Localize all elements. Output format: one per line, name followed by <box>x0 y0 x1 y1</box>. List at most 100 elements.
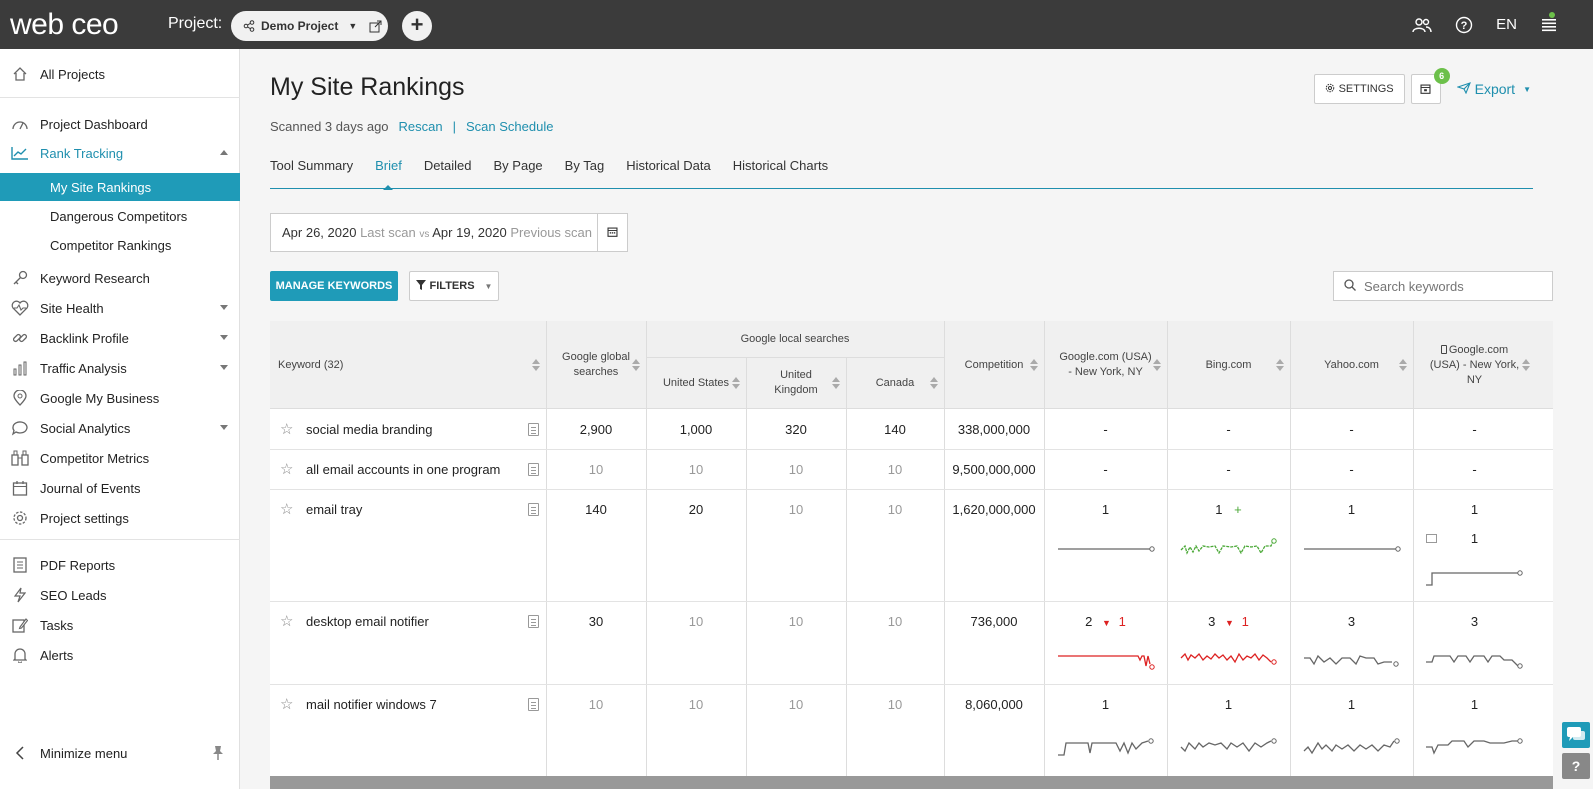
chat-button[interactable] <box>1562 722 1590 748</box>
sidebar-item-journal-of-events[interactable]: Journal of Events <box>0 473 240 503</box>
sidebar-item-seo-leads[interactable]: SEO Leads <box>0 580 240 610</box>
header-google-mobile[interactable]: Google.com (USA) - New York, NY <box>1413 321 1536 409</box>
header-competition[interactable]: Competition <box>944 321 1044 409</box>
cell-bing: - <box>1226 462 1231 477</box>
sidebar-item-google-my-business[interactable]: Google My Business <box>0 383 240 413</box>
calendar-button[interactable] <box>597 214 627 251</box>
scan-schedule-link[interactable]: Scan Schedule <box>466 119 553 134</box>
external-link-icon[interactable] <box>369 20 382 33</box>
sidebar-item-backlink-profile[interactable]: Backlink Profile <box>0 323 240 353</box>
header-yahoo[interactable]: Yahoo.com <box>1290 321 1413 409</box>
search-input[interactable] <box>1364 278 1534 294</box>
tab-by-page[interactable]: By Page <box>494 157 543 189</box>
sparkline-bing <box>1180 652 1277 665</box>
cell-google: 2 ▼ 1 <box>1044 614 1167 629</box>
sidebar-item-all-projects[interactable]: All Projects <box>0 59 240 89</box>
cell-ca: 140 <box>884 422 906 437</box>
keyword-details-icon[interactable] <box>528 463 539 476</box>
sidebar-subitem-my-site-rankings[interactable]: My Site Rankings <box>0 173 240 201</box>
language-selector[interactable]: EN <box>1496 16 1517 33</box>
cell-bing: 1 <box>1224 697 1233 712</box>
header-google-global[interactable]: Google global searches <box>546 321 646 409</box>
keyword-text[interactable]: social media branding <box>306 422 432 437</box>
cell-google: 1 <box>1101 697 1110 712</box>
tab-detailed[interactable]: Detailed <box>424 157 472 189</box>
keyword-details-icon[interactable] <box>528 698 539 711</box>
sparkline-yahoo <box>1304 654 1399 667</box>
minimize-menu-button[interactable]: Minimize menu <box>0 738 240 768</box>
header-united-kingdom[interactable]: United Kingdom <box>746 357 846 409</box>
sidebar-item-tasks[interactable]: Tasks <box>0 610 240 640</box>
divider <box>0 539 240 540</box>
webceo-logo[interactable]: web ceo <box>10 8 119 42</box>
keyword-text[interactable]: email tray <box>306 502 362 517</box>
keyword-text[interactable]: desktop email notifier <box>306 614 429 629</box>
sidebar-item-site-health[interactable]: Site Health <box>0 293 240 323</box>
last-scan-date: Apr 26, 2020 <box>282 225 357 240</box>
settings-button[interactable]: SETTINGS <box>1313 74 1405 104</box>
sidebar-item-alerts[interactable]: Alerts <box>0 640 240 670</box>
tab-by-tag[interactable]: By Tag <box>565 157 605 189</box>
cell-ca: 10 <box>887 614 903 629</box>
cell-ca: 10 <box>887 462 903 477</box>
manage-keywords-button[interactable]: MANAGE KEYWORDS <box>270 271 398 301</box>
keyword-details-icon[interactable] <box>528 423 539 436</box>
sort-icon <box>1276 359 1284 371</box>
header-google-ny[interactable]: Google.com (USA) - New York, NY <box>1044 321 1167 409</box>
date-range-picker[interactable]: Apr 26, 2020 Last scan vs Apr 19, 2020 P… <box>270 213 628 252</box>
pin-icon[interactable] <box>212 745 224 764</box>
help-button[interactable]: ? <box>1562 753 1590 779</box>
gear-icon <box>1325 83 1335 96</box>
keyword-text[interactable]: all email accounts in one program <box>306 462 500 477</box>
export-button[interactable]: Export ▼ <box>1455 81 1531 97</box>
sidebar-item-pdf-reports[interactable]: PDF Reports <box>0 550 240 580</box>
star-icon[interactable]: ☆ <box>280 612 293 630</box>
cell-mobile: - <box>1472 422 1477 437</box>
sidebar-subitem-competitor-rankings[interactable]: Competitor Rankings <box>0 231 240 259</box>
chevron-left-icon <box>10 744 30 762</box>
help-icon[interactable]: ? <box>1454 15 1474 35</box>
key-icon <box>10 269 30 287</box>
keyword-details-icon[interactable] <box>528 503 539 516</box>
sort-icon <box>930 377 938 389</box>
keyword-details-icon[interactable] <box>528 615 539 628</box>
sidebar-item-rank-tracking[interactable]: Rank Tracking <box>0 138 240 168</box>
menu-icon[interactable] <box>1539 11 1559 35</box>
sidebar-subitem-dangerous-competitors[interactable]: Dangerous Competitors <box>0 202 240 230</box>
sidebar-label: Minimize menu <box>40 745 128 761</box>
cell-bing: - <box>1226 422 1231 437</box>
sidebar-item-project-dashboard[interactable]: Project Dashboard <box>0 109 240 139</box>
header-united-states[interactable]: United States <box>646 357 746 409</box>
rank-value: 2 <box>1085 614 1093 629</box>
rescan-link[interactable]: Rescan <box>399 119 443 134</box>
star-icon[interactable]: ☆ <box>280 420 293 438</box>
sidebar-item-traffic-analysis[interactable]: Traffic Analysis <box>0 353 240 383</box>
star-icon[interactable]: ☆ <box>280 500 293 518</box>
tab-historical-data[interactable]: Historical Data <box>626 157 711 189</box>
tab-tool-summary[interactable]: Tool Summary <box>270 157 353 189</box>
filters-button[interactable]: FILTERS ▼ <box>409 271 499 301</box>
sidebar-item-keyword-research[interactable]: Keyword Research <box>0 263 240 293</box>
sidebar-item-social-analytics[interactable]: Social Analytics <box>0 413 240 443</box>
header-keyword[interactable]: Keyword (32) <box>270 321 546 409</box>
sidebar-label: Rank Tracking <box>40 145 124 161</box>
sidebar-item-project-settings[interactable]: Project settings <box>0 503 240 533</box>
users-icon[interactable] <box>1412 15 1432 35</box>
add-project-button[interactable]: + <box>402 11 432 41</box>
star-icon[interactable]: ☆ <box>280 460 293 478</box>
header-canada[interactable]: Canada <box>846 357 944 409</box>
project-selector[interactable]: Demo Project ▼ <box>231 11 388 41</box>
sidebar-label: Tasks <box>40 617 74 633</box>
main-content: My Site Rankings Scanned 3 days ago Resc… <box>240 49 1593 789</box>
sidebar-item-competitor-metrics[interactable]: Competitor Metrics <box>0 443 240 473</box>
sparkline-bing <box>1180 538 1277 555</box>
star-icon[interactable]: ☆ <box>280 695 293 713</box>
cell-global: 2,900 <box>579 422 613 437</box>
header-bing[interactable]: Bing.com <box>1167 321 1290 409</box>
vs-label: vs <box>419 229 430 240</box>
tab-historical-charts[interactable]: Historical Charts <box>733 157 828 189</box>
keyword-text[interactable]: mail notifier windows 7 <box>306 697 437 712</box>
cell-competition: 338,000,000 <box>957 422 1031 437</box>
tab-brief[interactable]: Brief <box>375 157 402 190</box>
scheduled-events-button[interactable]: 6 <box>1410 68 1450 104</box>
